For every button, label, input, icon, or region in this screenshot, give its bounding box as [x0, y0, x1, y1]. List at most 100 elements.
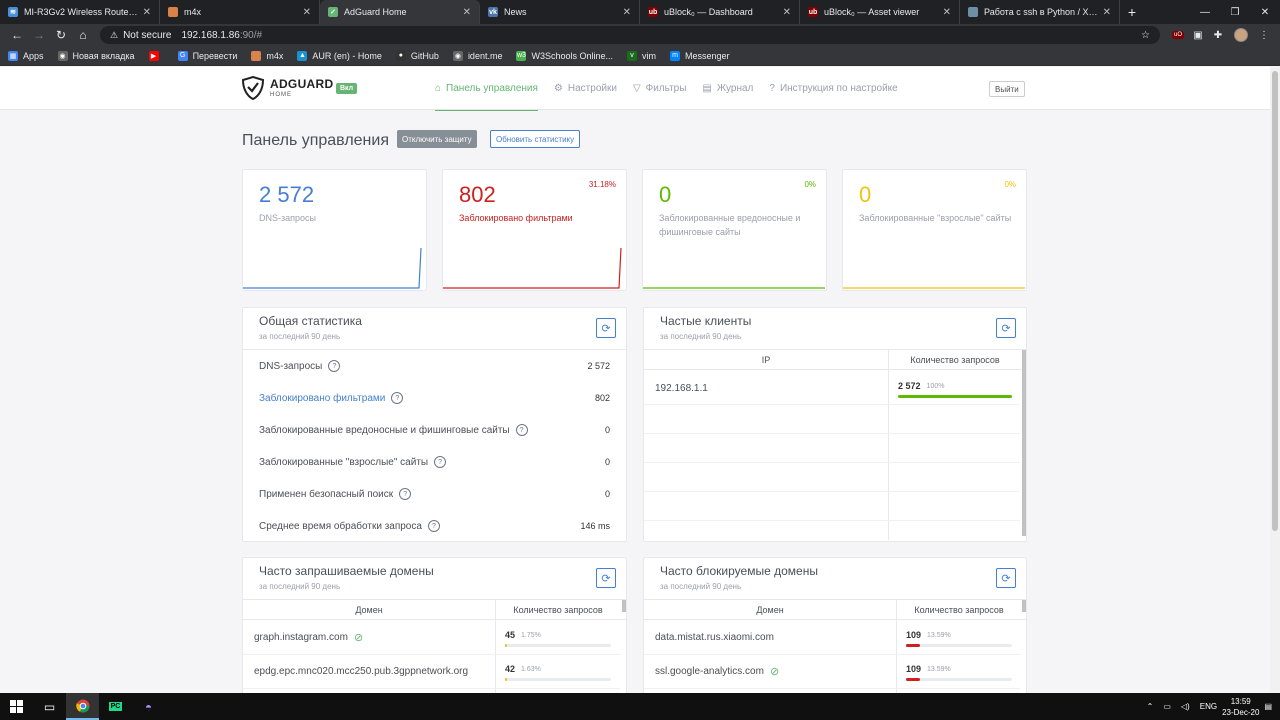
column-header-count[interactable]: Количество запросов [888, 350, 1022, 370]
task-view-icon[interactable]: ▭ [33, 693, 66, 720]
column-header-count[interactable]: Количество запросов [896, 600, 1022, 620]
domain-name[interactable]: epdg.epc.mnc020.mcc250.pub.3gppnetwork.o… [254, 666, 468, 677]
windows-start-icon[interactable] [0, 693, 33, 720]
stat-sparkline [843, 287, 1025, 289]
pycharm-icon[interactable]: PC [99, 693, 132, 720]
bookmark-item[interactable]: G Перевести [177, 50, 238, 61]
eye-slash-icon[interactable]: ⊘ [770, 665, 779, 678]
nav-item[interactable]: ▤ Журнал [702, 67, 753, 110]
domain-name[interactable]: data.mistat.rus.xiaomi.com [655, 632, 774, 643]
network-icon[interactable]: ▭ [1163, 702, 1171, 711]
minimize-icon[interactable]: — [1190, 7, 1220, 18]
column-header-domain[interactable]: Домен [243, 600, 495, 620]
bookmark-label: Новая вкладка [72, 50, 135, 61]
bookmark-item[interactable]: ▲ AUR (en) - Home [297, 50, 382, 61]
tab-close-icon[interactable]: ✕ [943, 7, 951, 18]
help-icon[interactable]: ? [427, 520, 440, 532]
help-icon[interactable]: ? [328, 360, 341, 372]
refresh-icon[interactable]: ⟳ [596, 318, 616, 338]
bookmark-item[interactable]: ◉ ident.me [452, 50, 502, 61]
bookmark-item[interactable]: w3 W3Schools Online... [516, 50, 613, 61]
home-icon[interactable]: ⌂ [72, 28, 94, 42]
bookmark-item[interactable]: ● GitHub [395, 50, 439, 61]
bookmark-star-icon[interactable]: ☆ [1141, 30, 1150, 41]
client-ip[interactable]: 192.168.1.1 [655, 371, 708, 405]
browser-tab[interactable]: Работа с ssh в Python / Хабр ✕ [960, 0, 1120, 24]
restore-icon[interactable]: ❐ [1220, 7, 1250, 18]
browser-tab[interactable]: vk News ✕ [480, 0, 640, 24]
table-scrollbar[interactable] [1022, 600, 1026, 612]
refresh-icon[interactable]: ⟳ [996, 318, 1016, 338]
row-divider [644, 404, 1020, 405]
statistics-row-label[interactable]: Заблокировано фильтрами [259, 393, 385, 404]
refresh-statistics-button[interactable]: Обновить статистику [490, 130, 581, 148]
nav-item[interactable]: ▽ Фильтры [633, 67, 686, 110]
nav-item[interactable]: ⌂ Панель управления [435, 67, 538, 111]
reload-icon[interactable]: ↻ [50, 28, 72, 42]
help-icon[interactable]: ? [399, 488, 412, 500]
ublock-extension-icon[interactable]: uO [1168, 28, 1188, 42]
bookmark-item[interactable]: ◉ Новая вкладка [57, 50, 135, 61]
chrome-icon[interactable] [66, 693, 99, 720]
not-secure-label[interactable]: Not secure [123, 30, 171, 41]
tab-favicon-icon: ✓ [328, 7, 338, 17]
tab-close-icon[interactable]: ✕ [463, 7, 471, 18]
bookmark-item[interactable]: ▦ Apps [8, 50, 44, 61]
scrollbar-thumb[interactable] [1272, 71, 1278, 531]
new-tab-button[interactable]: + [1120, 0, 1144, 24]
bookmark-label: Перевести [192, 50, 238, 61]
page-scrollbar[interactable] [1270, 67, 1280, 693]
tab-close-icon[interactable]: ✕ [1103, 7, 1111, 18]
column-header-count[interactable]: Количество запросов [495, 600, 621, 620]
column-header-ip[interactable]: IP [644, 350, 888, 370]
address-bar[interactable]: ⚠ Not secure 192.168.1.86:90/# ☆ [100, 26, 1160, 44]
forward-icon[interactable]: → [28, 28, 50, 42]
back-icon[interactable]: ← [6, 28, 28, 42]
close-icon[interactable]: ✕ [1250, 7, 1280, 18]
bookmark-label: Messenger [685, 50, 730, 61]
browser-tab[interactable]: ub uBlock₀ — Asset viewer ✕ [800, 0, 960, 24]
notifications-icon[interactable]: ▤ [1264, 702, 1272, 711]
app-icon[interactable]: ◓ [132, 693, 165, 720]
disable-protection-button[interactable]: Отключить защиту [397, 130, 477, 148]
eye-slash-icon[interactable]: ⊘ [354, 631, 363, 644]
tab-close-icon[interactable]: ✕ [143, 7, 151, 18]
refresh-icon[interactable]: ⟳ [596, 568, 616, 588]
clock[interactable]: 13:59 23-Dec-20 [1222, 696, 1259, 718]
tab-close-icon[interactable]: ✕ [303, 7, 311, 18]
table-scrollbar[interactable] [622, 600, 626, 612]
tab-favicon-icon: vk [488, 7, 498, 17]
profile-avatar[interactable] [1234, 28, 1248, 42]
help-icon[interactable]: ? [434, 456, 447, 468]
volume-icon[interactable]: ◁) [1181, 702, 1190, 711]
table-scrollbar[interactable] [1022, 350, 1026, 536]
adguard-logo[interactable]: ADGUARD HOME [242, 76, 333, 100]
bookmark-item[interactable]: m4x [251, 50, 283, 61]
card-title: Общая статистика [259, 314, 362, 328]
chevron-up-icon[interactable]: ⌃ [1147, 702, 1154, 711]
nav-item[interactable]: ⚙ Настройки [554, 67, 617, 110]
puzzle-icon[interactable]: ✚ [1208, 28, 1228, 42]
tab-close-icon[interactable]: ✕ [623, 7, 631, 18]
browser-tab[interactable]: m4x ✕ [160, 0, 320, 24]
browser-tab[interactable]: ✓ AdGuard Home ✕ [320, 0, 480, 24]
bookmark-label: vim [642, 50, 657, 61]
help-icon[interactable]: ? [391, 392, 404, 404]
browser-tab[interactable]: ≋ MI-R3Gv2 Wireless Router - Ин... ✕ [0, 0, 160, 24]
nav-item[interactable]: ? Инструкция по настройке [769, 67, 897, 110]
language-indicator[interactable]: ENG [1200, 702, 1217, 711]
domain-name[interactable]: graph.instagram.com [254, 632, 348, 643]
logout-button[interactable]: Выйти [989, 81, 1025, 97]
extension-icon[interactable]: ▣ [1188, 28, 1208, 42]
menu-icon[interactable]: ⋮ [1254, 28, 1274, 42]
help-icon[interactable]: ? [515, 424, 528, 436]
bookmark-item[interactable]: ▶ [148, 50, 164, 61]
column-header-domain[interactable]: Домен [644, 600, 896, 620]
tab-close-icon[interactable]: ✕ [783, 7, 791, 18]
refresh-icon[interactable]: ⟳ [996, 568, 1016, 588]
browser-tab[interactable]: ub uBlock₀ — Dashboard ✕ [640, 0, 800, 24]
bookmark-item[interactable]: m Messenger [670, 50, 730, 61]
domain-name[interactable]: ssl.google-analytics.com [655, 666, 764, 677]
bookmark-item[interactable]: v vim [627, 50, 657, 61]
stat-label: Заблокированные "взрослые" сайты [859, 213, 1012, 223]
